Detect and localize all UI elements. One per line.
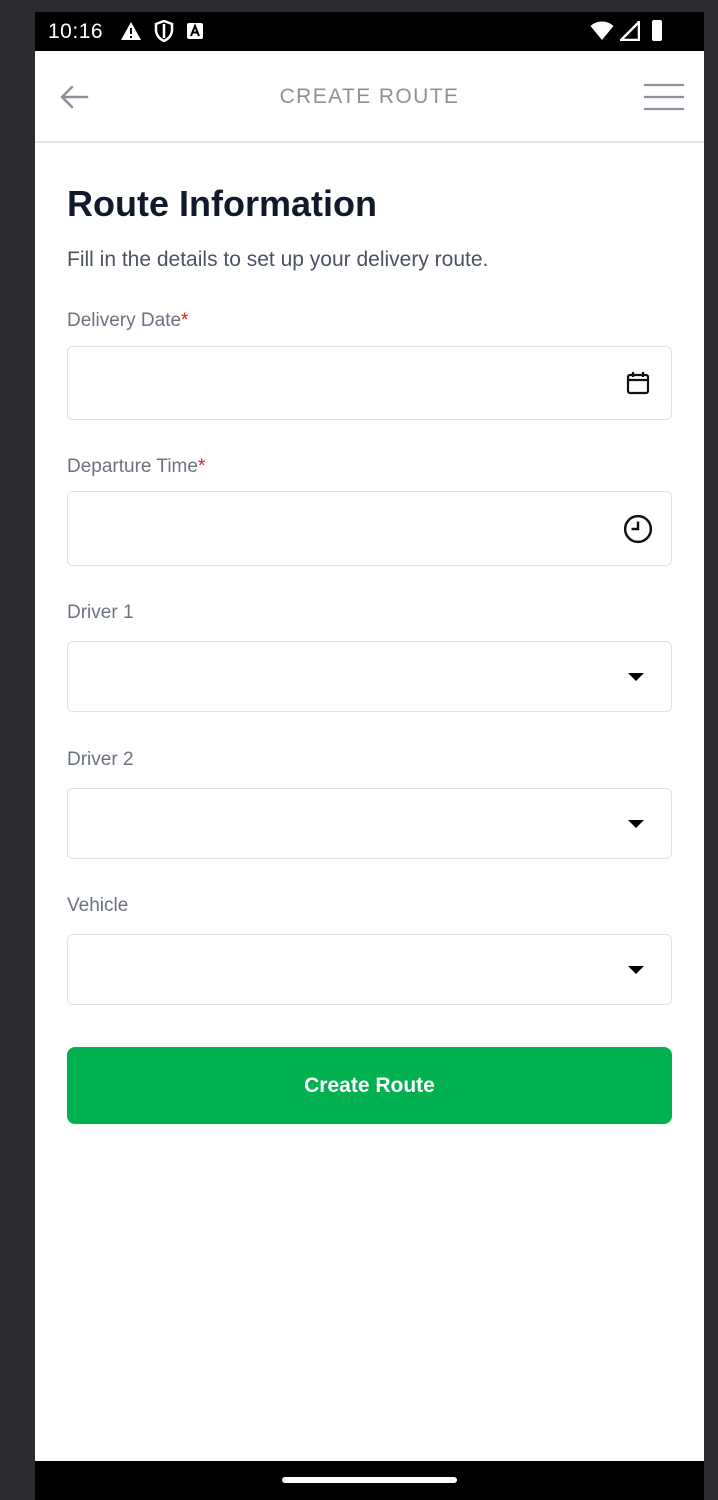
delivery-date-input[interactable]	[82, 347, 602, 419]
status-system-icons	[590, 20, 662, 41]
delivery-date-label: Delivery Date*	[67, 310, 188, 332]
required-marker: *	[181, 310, 189, 331]
battery-icon	[652, 20, 662, 41]
required-marker: *	[197, 456, 206, 477]
app-header: CREATE ROUTE	[35, 51, 704, 143]
driver1-select[interactable]	[67, 641, 672, 712]
section-title: Route Information	[67, 183, 377, 224]
warning-icon	[121, 22, 141, 40]
page-title: CREATE ROUTE	[279, 85, 460, 108]
dropdown-caret-icon	[628, 819, 644, 828]
cellular-signal-icon	[620, 20, 640, 41]
vehicle-label: Vehicle	[67, 895, 129, 916]
system-nav-bar	[35, 1461, 704, 1500]
departure-time-field[interactable]	[67, 491, 672, 566]
create-route-button[interactable]: Create Route	[67, 1047, 672, 1124]
status-notification-icons	[120, 20, 204, 42]
menu-button[interactable]	[644, 81, 684, 113]
shield-icon	[154, 20, 174, 42]
driver1-label: Driver 1	[67, 602, 134, 623]
status-time: 10:16	[48, 20, 104, 43]
home-indicator[interactable]	[282, 1477, 457, 1483]
departure-time-label-text: Departure Time	[67, 456, 198, 477]
font-notification-icon	[187, 23, 203, 39]
dropdown-caret-icon	[628, 965, 644, 974]
delivery-date-label-text: Delivery Date	[67, 310, 182, 331]
wifi-icon	[590, 21, 614, 40]
section-subtitle: Fill in the details to set up your deliv…	[67, 248, 489, 271]
phone-screen: 10:16 CREATE ROUTE Route Information Fil…	[35, 12, 704, 1500]
dropdown-caret-icon	[628, 672, 644, 681]
driver2-label: Driver 2	[67, 749, 134, 770]
delivery-date-field[interactable]	[67, 346, 672, 420]
hamburger-menu-icon	[644, 83, 684, 111]
departure-time-input[interactable]	[82, 492, 602, 565]
device-frame	[0, 0, 718, 12]
clock-icon[interactable]	[623, 514, 653, 544]
departure-time-label: Departure Time*	[67, 456, 205, 478]
vehicle-select[interactable]	[67, 934, 672, 1005]
status-bar: 10:16	[35, 12, 704, 51]
calendar-icon[interactable]	[625, 370, 651, 396]
driver2-select[interactable]	[67, 788, 672, 859]
